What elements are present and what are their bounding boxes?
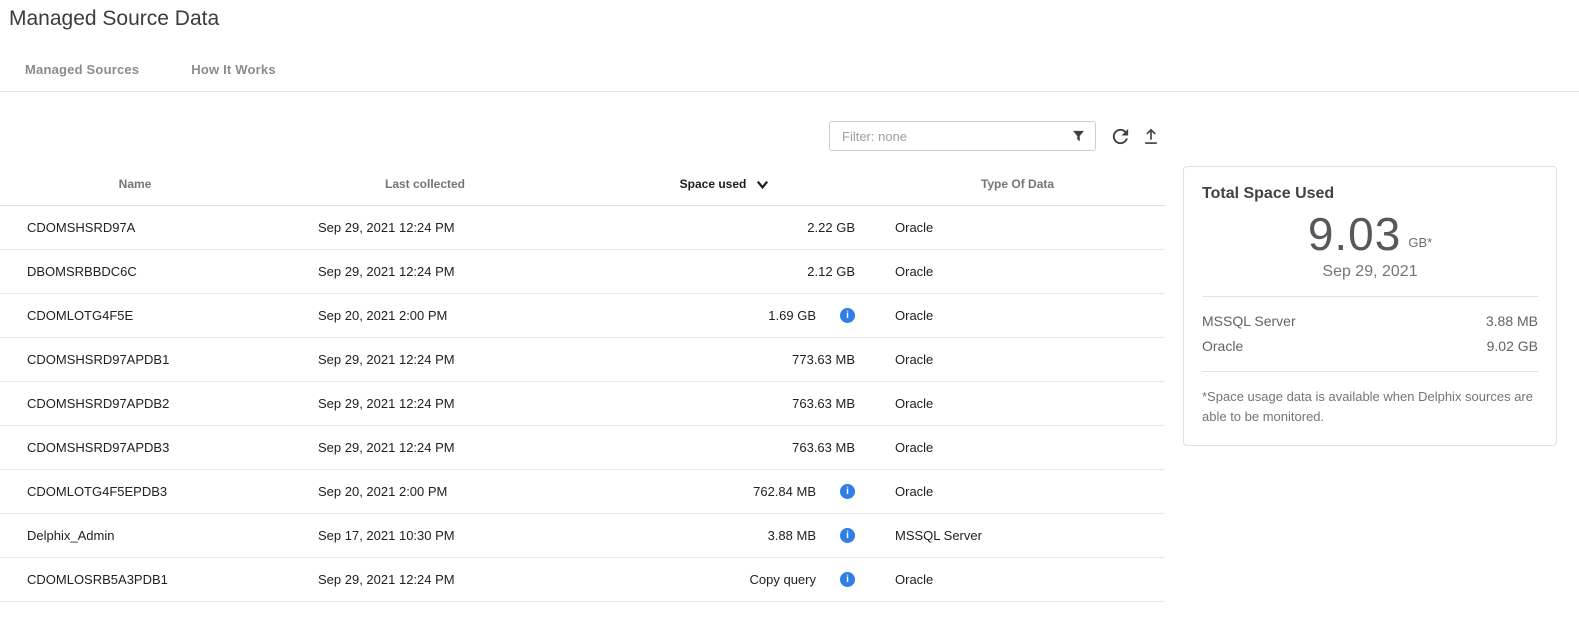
column-header-last-collected[interactable]: Last collected [270,177,580,191]
chevron-down-icon [755,177,770,192]
space-used-value: 762.84 MB [753,484,816,499]
info-icon[interactable]: i [840,572,855,587]
cell-type-of-data: Oracle [870,396,1165,411]
cell-last-collected: Sep 29, 2021 12:24 PM [270,264,580,279]
table-row[interactable]: CDOMLOTG4F5EPDB3 Sep 20, 2021 2:00 PM 76… [0,470,1165,514]
column-header-type-of-data[interactable]: Type Of Data [870,177,1165,191]
refresh-icon [1109,125,1132,148]
cell-name: CDOMSHSRD97APDB3 [0,440,270,455]
cell-space-used: Copy query i [580,572,870,587]
summary-title: Total Space Used [1202,185,1538,203]
cell-space-used: 2.22 GB i [580,220,870,235]
cell-type-of-data: MSSQL Server [870,528,1165,543]
table-row[interactable]: CDOMSHSRD97APDB1 Sep 29, 2021 12:24 PM 7… [0,338,1165,382]
info-icon[interactable]: i [840,308,855,323]
table-row[interactable]: CDOMSHSRD97APDB3 Sep 29, 2021 12:24 PM 7… [0,426,1165,470]
table-section: Name Last collected Space used Type Of D… [0,92,1165,602]
cell-last-collected: Sep 29, 2021 12:24 PM [270,572,580,587]
filter-input[interactable] [830,122,1071,150]
cell-name: Delphix_Admin [0,528,270,543]
cell-name: CDOMLOTG4F5EPDB3 [0,484,270,499]
filter-icon[interactable] [1071,129,1086,144]
cell-type-of-data: Oracle [870,308,1165,323]
cell-name: DBOMSRBBDC6C [0,264,270,279]
summary-section: Total Space Used 9.03 GB* Sep 29, 2021 M… [1183,92,1557,602]
export-button[interactable] [1141,126,1161,146]
space-used-value: 763.63 MB [792,440,855,455]
space-used-value: 2.12 GB [807,264,855,279]
refresh-button[interactable] [1109,125,1132,148]
cell-type-of-data: Oracle [870,220,1165,235]
breakdown-value: 9.02 GB [1487,338,1538,354]
managed-source-data-page: Managed Source Data Managed Sources How … [0,0,1579,617]
table-row[interactable]: DBOMSRBBDC6C Sep 29, 2021 12:24 PM 2.12 … [0,250,1165,294]
table-row[interactable]: CDOMSHSRD97APDB2 Sep 29, 2021 12:24 PM 7… [0,382,1165,426]
table-row[interactable]: Delphix_Admin Sep 17, 2021 10:30 PM 3.88… [0,514,1165,558]
cell-space-used: 763.63 MB i [580,396,870,411]
cell-type-of-data: Oracle [870,352,1165,367]
upload-icon [1141,126,1161,146]
column-header-name[interactable]: Name [0,177,270,191]
breakdown-label: MSSQL Server [1202,313,1296,329]
tab-how-it-works[interactable]: How It Works [191,62,276,91]
cell-space-used: 3.88 MB i [580,528,870,543]
column-header-space-used-label: Space used [680,177,747,191]
filter-box [829,121,1096,151]
space-breakdown-list: MSSQL Server 3.88 MB Oracle 9.02 GB [1202,297,1538,363]
table-toolbar [0,121,1165,151]
cell-name: CDOMSHSRD97APDB1 [0,352,270,367]
cell-name: CDOMLOSRB5A3PDB1 [0,572,270,587]
cell-space-used: 1.69 GB i [580,308,870,323]
cell-last-collected: Sep 29, 2021 12:24 PM [270,220,580,235]
cell-space-used: 762.84 MB i [580,484,870,499]
summary-footnote: *Space usage data is available when Delp… [1202,387,1538,427]
breakdown-label: Oracle [1202,338,1243,354]
cell-name: CDOMSHSRD97APDB2 [0,396,270,411]
cell-type-of-data: Oracle [870,264,1165,279]
table-row[interactable]: CDOMLOTG4F5E Sep 20, 2021 2:00 PM 1.69 G… [0,294,1165,338]
cell-name: CDOMSHSRD97A [0,220,270,235]
space-used-value: 763.63 MB [792,396,855,411]
cell-space-used: 2.12 GB i [580,264,870,279]
table-row[interactable]: CDOMSHSRD97A Sep 29, 2021 12:24 PM 2.22 … [0,206,1165,250]
space-used-value: 3.88 MB [768,528,816,543]
total-space-unit: GB* [1408,235,1432,257]
cell-last-collected: Sep 17, 2021 10:30 PM [270,528,580,543]
table-row[interactable]: CDOMLOSRB5A3PDB1 Sep 29, 2021 12:24 PM C… [0,558,1165,602]
tab-bar: Managed Sources How It Works [0,62,1579,92]
space-used-value: 2.22 GB [807,220,855,235]
info-icon[interactable]: i [840,528,855,543]
cell-last-collected: Sep 20, 2021 2:00 PM [270,308,580,323]
total-space-used-card: Total Space Used 9.03 GB* Sep 29, 2021 M… [1183,166,1557,446]
space-used-value: 1.69 GB [768,308,816,323]
table-header-row: Name Last collected Space used Type Of D… [0,163,1165,206]
cell-type-of-data: Oracle [870,572,1165,587]
total-space-number: 9.03 [1308,211,1402,257]
tab-managed-sources[interactable]: Managed Sources [25,62,139,91]
total-space-date: Sep 29, 2021 [1202,263,1538,281]
content-area: Name Last collected Space used Type Of D… [0,92,1579,602]
breakdown-row-mssql: MSSQL Server 3.88 MB [1202,308,1538,333]
cell-space-used: 763.63 MB i [580,440,870,455]
summary-divider-bottom [1202,371,1538,372]
space-used-value: 773.63 MB [792,352,855,367]
total-space-value-row: 9.03 GB* [1202,211,1538,257]
space-used-value[interactable]: Copy query [750,572,816,587]
cell-space-used: 773.63 MB i [580,352,870,367]
info-icon[interactable]: i [840,484,855,499]
cell-type-of-data: Oracle [870,484,1165,499]
column-header-space-used[interactable]: Space used [580,177,870,192]
cell-name: CDOMLOTG4F5E [0,308,270,323]
cell-last-collected: Sep 29, 2021 12:24 PM [270,396,580,411]
cell-last-collected: Sep 29, 2021 12:24 PM [270,352,580,367]
breakdown-row-oracle: Oracle 9.02 GB [1202,333,1538,358]
breakdown-value: 3.88 MB [1486,313,1538,329]
cell-last-collected: Sep 29, 2021 12:24 PM [270,440,580,455]
table-body: CDOMSHSRD97A Sep 29, 2021 12:24 PM 2.22 … [0,206,1165,602]
cell-last-collected: Sep 20, 2021 2:00 PM [270,484,580,499]
page-title: Managed Source Data [0,0,1579,31]
cell-type-of-data: Oracle [870,440,1165,455]
